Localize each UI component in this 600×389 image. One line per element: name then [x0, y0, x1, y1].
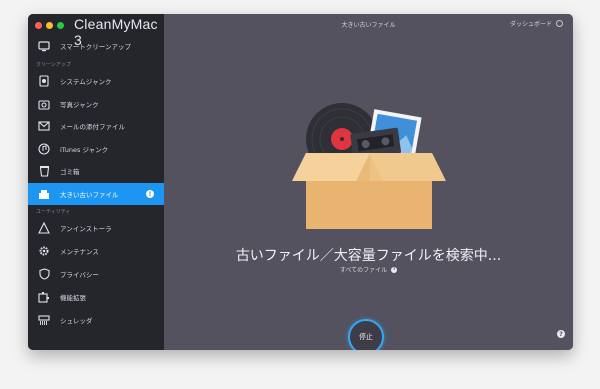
dashboard-label: ダッシュボード [509, 21, 552, 28]
sidebar-item-label: メンテナンス [60, 248, 99, 256]
sidebar-item-label: 機能拡張 [60, 294, 86, 302]
music-note-icon [38, 143, 50, 155]
sidebar-item-shredder[interactable]: シュレッダ [28, 309, 164, 331]
uninstaller-icon [38, 222, 50, 234]
zoom-window-button[interactable] [57, 22, 64, 29]
sidebar: CleanMyMac 3 スマートクリーンアップ クリーンアップ システムジャン… [28, 14, 164, 350]
sidebar-item-privacy[interactable]: プライバシー [28, 263, 164, 285]
puzzle-icon [38, 291, 50, 303]
mail-icon [38, 120, 50, 132]
gear-icon [38, 245, 50, 257]
app-window: CleanMyMac 3 スマートクリーンアップ クリーンアップ システムジャン… [28, 14, 573, 350]
sidebar-item-label: メールの添付ファイル [60, 123, 125, 131]
search-status-text: 古いファイル／大容量ファイルを検索中... [235, 248, 502, 264]
sidebar-item-label: スマートクリーンアップ [60, 43, 131, 51]
main-panel: 大きい古いファイル ダッシュボード 古いファイル／大容量ファイルを検索中... … [164, 14, 573, 350]
section-label-cleanup: クリーンアップ [36, 62, 71, 68]
sidebar-item-label: 大きい古いファイル [60, 191, 119, 199]
sidebar-item-large-old-files[interactable]: 大きい古いファイル ! [28, 183, 164, 205]
scope-selector[interactable]: すべてのファイル i [164, 265, 573, 274]
info-icon[interactable]: i [391, 266, 398, 273]
dashboard-button[interactable]: ダッシュボード [510, 19, 563, 28]
help-icon[interactable]: ? [557, 330, 565, 338]
stop-button[interactable]: 停止 [348, 319, 384, 350]
system-junk-icon [38, 75, 50, 87]
sidebar-item-label: 写真ジャンク [60, 101, 99, 109]
section-label-utilities: ユーティリティ [36, 209, 71, 215]
camera-icon [38, 98, 50, 110]
dashboard-icon [556, 20, 563, 27]
scope-label: すべてのファイル [339, 267, 388, 274]
close-window-button[interactable] [35, 22, 42, 29]
sidebar-item-label: アンインストーラ [60, 225, 112, 233]
sidebar-item-extensions[interactable]: 機能拡張 [28, 286, 164, 308]
large-files-icon [38, 188, 50, 200]
sidebar-item-maintenance[interactable]: メンテナンス [28, 240, 164, 262]
cardboard-box-icon [292, 153, 446, 229]
monitor-icon [38, 40, 50, 52]
sidebar-item-photo-junk[interactable]: 写真ジャンク [28, 93, 164, 115]
sidebar-item-label: iTunes ジャンク [60, 146, 109, 154]
sidebar-item-smart-cleanup[interactable]: スマートクリーンアップ [28, 35, 164, 57]
sidebar-item-label: ゴミ箱 [60, 168, 80, 176]
sidebar-item-system-junk[interactable]: システムジャンク [28, 70, 164, 92]
sidebar-item-itunes-junk[interactable]: iTunes ジャンク [28, 138, 164, 160]
sidebar-item-trash[interactable]: ゴミ箱 [28, 160, 164, 182]
shield-icon [38, 268, 50, 280]
shredder-icon [38, 314, 50, 326]
sidebar-item-label: システムジャンク [60, 78, 112, 86]
trash-icon [38, 165, 50, 177]
box-illustration [292, 103, 446, 229]
sidebar-item-label: シュレッダ [60, 317, 93, 325]
sidebar-item-label: プライバシー [60, 271, 99, 279]
info-badge-icon[interactable]: ! [146, 190, 154, 198]
sidebar-item-mail-attachments[interactable]: メールの添付ファイル [28, 115, 164, 137]
sidebar-item-uninstaller[interactable]: アンインストーラ [28, 217, 164, 239]
minimize-window-button[interactable] [46, 22, 53, 29]
